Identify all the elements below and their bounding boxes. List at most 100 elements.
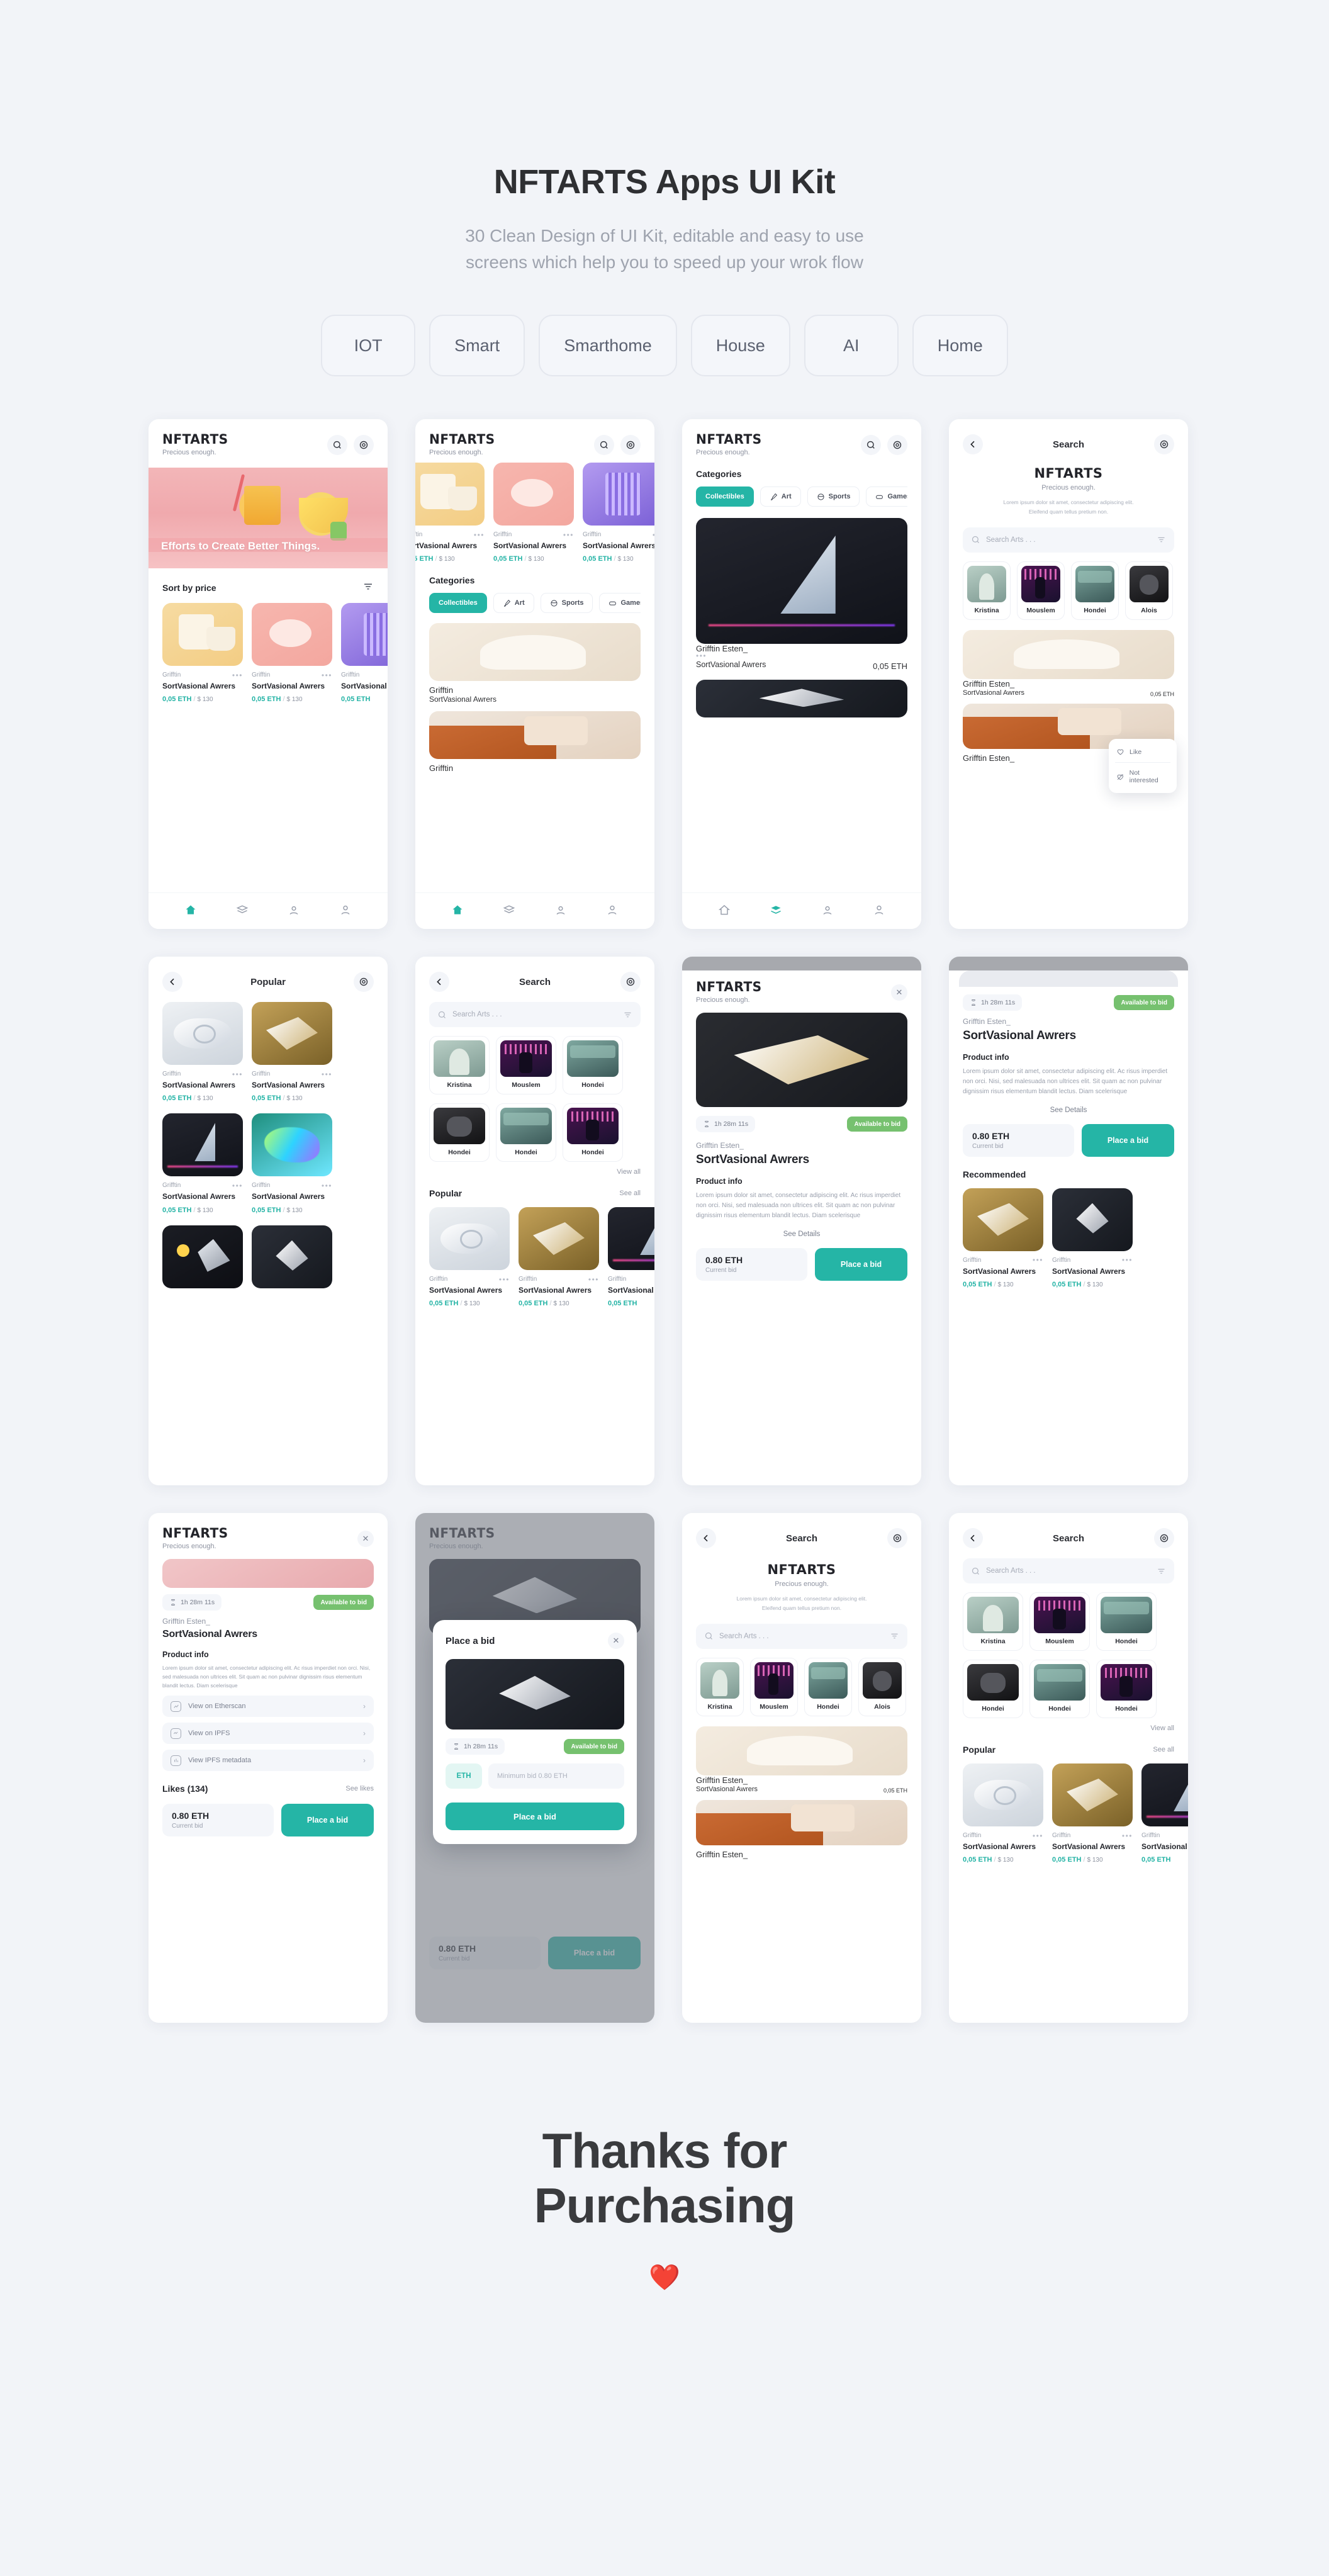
nav-collections-icon[interactable] <box>503 904 515 918</box>
search-input[interactable]: Search Arts . . . <box>963 527 1174 553</box>
more-options-icon[interactable]: ••• <box>232 672 243 679</box>
search-icon[interactable] <box>327 434 347 455</box>
creator-card[interactable]: Hondei <box>963 1660 1023 1718</box>
back-arrow-icon[interactable] <box>963 1528 983 1548</box>
category-feature-image[interactable] <box>429 623 641 682</box>
category-chip-sports[interactable]: Sports <box>807 487 860 507</box>
context-menu-not-interested[interactable]: Not interested <box>1109 764 1177 789</box>
nav-home-icon[interactable] <box>718 904 731 918</box>
creator-card[interactable]: Hondei <box>1096 1592 1157 1651</box>
place-a-bid-button[interactable]: Place a bid <box>281 1804 374 1837</box>
creator-card[interactable]: Kristina <box>429 1036 490 1094</box>
creator-card[interactable]: Kristina <box>963 561 1011 620</box>
nft-card[interactable]: Grifftin SortVasional Awrers 0,05 ETH <box>1141 1763 1188 1864</box>
nft-card[interactable]: Grifftin SortVasional Awrers 0,05 ETH <box>608 1207 654 1307</box>
more-options-icon[interactable]: ••• <box>499 1276 510 1283</box>
filter-icon[interactable] <box>362 581 374 594</box>
nav-home-icon[interactable] <box>184 904 197 918</box>
category-chip-art[interactable]: Art <box>493 593 534 614</box>
more-options-icon[interactable]: ••• <box>1122 1256 1133 1264</box>
nft-card[interactable]: Grifftin ••• SortVasional Awrers 0,05 ET… <box>252 603 332 703</box>
keyword-chip-smart[interactable]: Smart <box>429 315 525 376</box>
see-likes-link[interactable]: See likes <box>345 1785 374 1792</box>
keyword-chip-iot[interactable]: IOT <box>321 315 416 376</box>
context-menu-like[interactable]: Like <box>1109 743 1177 761</box>
more-options-icon[interactable]: ••• <box>322 1182 332 1190</box>
more-options-icon[interactable]: ••• <box>563 531 574 539</box>
search-input[interactable]: Search Arts . . . <box>696 1623 907 1649</box>
creator-card[interactable]: Mouslem <box>1017 561 1065 620</box>
more-options-icon[interactable]: ••• <box>653 531 654 539</box>
back-arrow-icon[interactable] <box>696 1528 716 1548</box>
more-options-icon[interactable]: ••• <box>232 1182 243 1190</box>
nav-home-icon[interactable] <box>451 904 464 918</box>
creator-card[interactable]: Hondei <box>429 1103 490 1162</box>
nft-card[interactable]: Grifftin ••• SortVasional Awrers 0,05 ET… <box>519 1207 599 1307</box>
creator-card[interactable]: Hondei <box>1029 1660 1090 1718</box>
category-chip-games[interactable]: Games <box>866 487 907 507</box>
keyword-chip-smarthome[interactable]: Smarthome <box>539 315 677 376</box>
place-a-bid-button[interactable]: Place a bid <box>1082 1123 1174 1157</box>
creator-card[interactable]: Mouslem <box>750 1657 798 1716</box>
nft-card[interactable]: Grifftin ••• SortVasional Awrers 0,05 ET… <box>1052 1763 1133 1864</box>
creator-card[interactable]: Hondei <box>1096 1660 1157 1718</box>
search-icon[interactable] <box>861 434 881 455</box>
creator-card[interactable]: Kristina <box>963 1592 1023 1651</box>
feed-artwork[interactable] <box>963 629 1174 679</box>
settings-gear-icon[interactable] <box>1154 434 1174 454</box>
more-options-icon[interactable]: ••• <box>588 1276 599 1283</box>
modal-place-bid-button[interactable]: Place a bid <box>446 1803 624 1830</box>
nft-card[interactable]: Grifftin ••• SortVasional Awrers 0,05 ET… <box>415 463 485 563</box>
settings-gear-icon[interactable] <box>620 972 641 992</box>
feed-artwork[interactable] <box>696 518 907 644</box>
view-all-link[interactable]: View all <box>963 1724 1174 1732</box>
nft-card[interactable]: Grifftin ••• SortVasional Awrers 0,05 ET… <box>341 603 388 703</box>
creator-card[interactable]: Hondei <box>1071 561 1119 620</box>
close-icon[interactable]: ✕ <box>357 1530 374 1547</box>
more-options-icon[interactable]: ••• <box>232 1071 243 1078</box>
feed-artwork[interactable] <box>696 680 907 717</box>
category-chip-art[interactable]: Art <box>760 487 801 507</box>
view-on-ipfs-link[interactable]: View on IPFS › <box>162 1723 374 1745</box>
nft-card[interactable]: Grifftin ••• SortVasional Awrers 0,05 ET… <box>963 1188 1043 1288</box>
more-options-icon[interactable]: ••• <box>1122 1832 1133 1840</box>
view-on-etherscan-link[interactable]: View on Etherscan › <box>162 1696 374 1718</box>
creator-card[interactable]: Hondei <box>563 1103 623 1162</box>
settings-gear-icon[interactable] <box>354 972 374 992</box>
nav-profile-icon[interactable] <box>606 904 619 918</box>
settings-gear-icon[interactable] <box>354 434 374 455</box>
more-options-icon[interactable]: ••• <box>322 672 332 679</box>
see-details-link[interactable]: See Details <box>963 1106 1174 1114</box>
nft-card[interactable]: Grifftin ••• SortVasional Awrers 0,05 ET… <box>162 603 243 703</box>
see-all-link[interactable]: See all <box>619 1190 641 1197</box>
creator-card[interactable]: Kristina <box>696 1657 744 1716</box>
settings-gear-icon[interactable] <box>887 1528 907 1548</box>
nft-card[interactable]: Grifftin ••• SortVasional Awrers 0,05 ET… <box>963 1763 1043 1864</box>
nft-card[interactable]: Grifftin ••• SortVasional Awrers 0,05 ET… <box>493 463 574 563</box>
creator-card[interactable]: Mouslem <box>496 1036 556 1094</box>
nft-card[interactable]: Grifftin ••• SortVasional Awrers 0,05 ET… <box>252 1113 332 1214</box>
nav-stats-icon[interactable] <box>554 904 567 918</box>
creator-card[interactable]: Alois <box>1125 561 1173 620</box>
back-arrow-icon[interactable] <box>963 434 983 454</box>
bid-amount-input[interactable]: Minimum bid 0.80 ETH <box>488 1763 624 1789</box>
view-all-link[interactable]: View all <box>429 1168 641 1176</box>
nav-profile-icon[interactable] <box>873 904 885 918</box>
more-options-icon[interactable]: ••• <box>1033 1832 1043 1840</box>
category-chip-sports[interactable]: Sports <box>540 593 593 614</box>
nav-collections-icon[interactable] <box>236 904 249 918</box>
nav-stats-icon[interactable] <box>288 904 300 918</box>
nft-card[interactable]: Grifftin ••• SortVasional Awrers 0,05 ET… <box>252 1002 332 1102</box>
feed-artwork[interactable] <box>696 1799 907 1845</box>
more-options-icon[interactable]: ••• <box>1033 1256 1043 1264</box>
nft-card[interactable]: Grifftin ••• SortVasional Awrers 0,05 ET… <box>583 463 654 563</box>
nft-card[interactable]: Grifftin ••• SortVasional Awrers 0,05 ET… <box>429 1207 510 1307</box>
close-icon[interactable]: ✕ <box>891 984 907 1001</box>
feed-artwork[interactable] <box>696 1726 907 1775</box>
nft-card[interactable]: Grifftin ••• SortVasional Awrers 0,05 ET… <box>162 1113 243 1214</box>
more-options-icon[interactable]: ••• <box>322 1071 332 1078</box>
back-arrow-icon[interactable] <box>429 972 449 992</box>
nav-collections-icon[interactable] <box>770 904 782 918</box>
more-options-icon[interactable]: ••• <box>696 652 907 660</box>
creator-card[interactable]: Hondei <box>563 1036 623 1094</box>
